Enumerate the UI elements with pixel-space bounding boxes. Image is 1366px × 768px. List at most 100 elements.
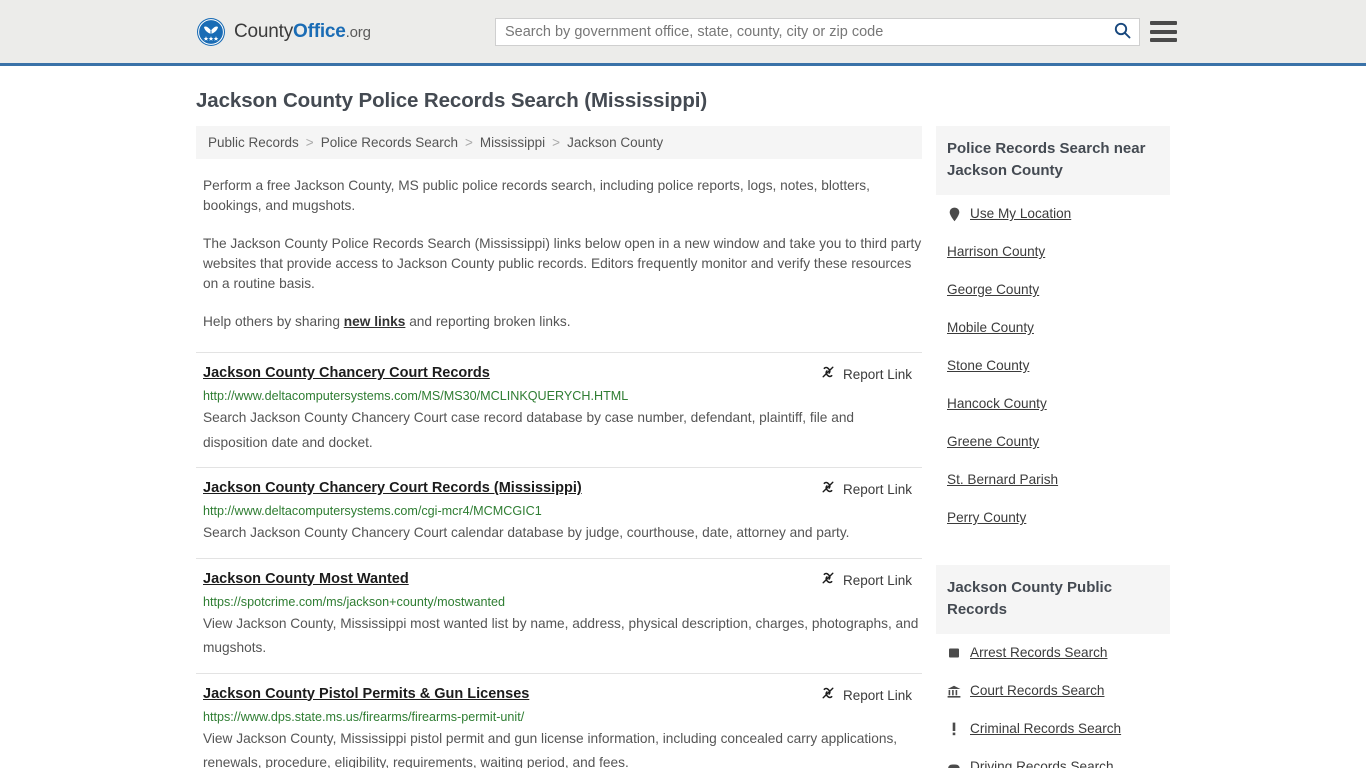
site-logo[interactable]: CountyOffice.org — [196, 17, 371, 47]
exclamation-icon — [947, 721, 961, 737]
sidebar-item-court-records-search[interactable]: Court Records Search — [936, 672, 1170, 709]
car-icon — [947, 759, 961, 768]
result-url: https://spotcrime.com/ms/jackson+county/… — [203, 594, 506, 609]
result-title-link[interactable]: Jackson County Chancery Court Records (M… — [203, 479, 582, 498]
intro-text: Perform a free Jackson County, MS public… — [196, 176, 922, 332]
report-link-label: Report Link — [842, 367, 912, 382]
list-item: Mobile County — [936, 309, 1170, 347]
list-item: Use My Location — [936, 195, 1170, 233]
courthouse-icon — [947, 683, 961, 699]
broken-link-icon — [820, 364, 836, 385]
result-item: Jackson County Chancery Court Records Re… — [196, 352, 922, 467]
broken-link-icon — [820, 479, 836, 500]
report-link-label: Report Link — [842, 572, 912, 588]
intro-p3-before: Help others by sharing — [203, 314, 344, 329]
result-url: http://www.deltacomputersystems.com/MS/M… — [203, 389, 629, 403]
sidebar-item-hancock-county[interactable]: Hancock County — [936, 385, 1170, 422]
list-item: Court Records Search — [936, 672, 1170, 710]
result-title-link[interactable]: Jackson County Pistol Permits & Gun Lice… — [203, 685, 529, 704]
result-item: Jackson County Most Wanted Report Link h… — [196, 557, 922, 673]
sidebar-item-perry-county[interactable]: Perry County — [936, 499, 1170, 536]
sidebar-item-label: Harrison County — [947, 244, 1046, 259]
brand-part-county: County — [234, 20, 294, 42]
sidebar-nearby-heading: Police Records Search near Jackson Count… — [936, 126, 1170, 195]
list-item: Greene County — [936, 423, 1170, 461]
site-header: CountyOffice.org — [0, 0, 1366, 66]
sidebar-public-records-box: Jackson County Public Records Arrest Rec… — [936, 565, 1170, 768]
report-link-button[interactable]: Report Link — [820, 364, 912, 385]
results-list: Jackson County Chancery Court Records Re… — [196, 352, 922, 768]
search-icon — [1114, 22, 1131, 42]
map-pin-icon — [947, 206, 961, 222]
sidebar-item-arrest-records-search[interactable]: Arrest Records Search — [936, 634, 1170, 671]
sidebar-item-mobile-county[interactable]: Mobile County — [936, 309, 1170, 346]
broken-link-icon — [820, 685, 836, 706]
sidebar-item-greene-county[interactable]: Greene County — [936, 423, 1170, 460]
breadcrumb-item-jackson-county[interactable]: Jackson County — [567, 135, 663, 150]
search-button[interactable] — [1105, 19, 1139, 45]
sidebar-item-driving-records-search[interactable]: Driving Records Search — [936, 748, 1170, 768]
result-description: Search Jackson County Chancery Court cas… — [203, 410, 855, 450]
fingerprint-icon — [947, 645, 961, 661]
report-link-button[interactable]: Report Link — [820, 685, 912, 706]
page-title: Jackson County Police Records Search (Mi… — [196, 89, 708, 112]
result-title-link[interactable]: Jackson County Most Wanted — [203, 570, 409, 589]
intro-paragraph-1: Perform a free Jackson County, MS public… — [203, 178, 870, 213]
sidebar: Police Records Search near Jackson Count… — [936, 126, 1170, 768]
sidebar-item-label: St. Bernard Parish — [947, 472, 1059, 487]
site-logo-text: CountyOffice.org — [234, 21, 371, 43]
sidebar-item-label: George County — [947, 282, 1040, 297]
hamburger-menu-icon-bar — [1150, 21, 1177, 25]
sidebar-item-label: Greene County — [947, 434, 1040, 449]
sidebar-item-label: Criminal Records Search — [970, 721, 1122, 736]
breadcrumb-item-public-records[interactable]: Public Records — [208, 135, 299, 150]
sidebar-nearby-list: Use My Location Harrison County George C… — [936, 195, 1170, 537]
result-title-link[interactable]: Jackson County Chancery Court Records — [203, 364, 490, 383]
sidebar-item-stone-county[interactable]: Stone County — [936, 347, 1170, 384]
breadcrumb-item-police-records-search[interactable]: Police Records Search — [321, 135, 458, 150]
sidebar-item-label: Hancock County — [947, 396, 1047, 411]
report-link-button[interactable]: Report Link — [820, 570, 912, 591]
list-item: Criminal Records Search — [936, 710, 1170, 748]
broken-link-icon — [820, 570, 836, 591]
breadcrumb-separator: > — [305, 135, 314, 150]
sidebar-item-harrison-county[interactable]: Harrison County — [936, 233, 1170, 270]
search-input[interactable] — [496, 19, 1105, 45]
result-item: Jackson County Chancery Court Records (M… — [196, 467, 922, 558]
new-links-link[interactable]: new links — [344, 314, 406, 329]
list-item: Arrest Records Search — [936, 634, 1170, 672]
intro-paragraph-2: The Jackson County Police Records Search… — [203, 236, 922, 291]
sidebar-item-st-bernard-parish[interactable]: St. Bernard Parish — [936, 461, 1170, 498]
sidebar-item-criminal-records-search[interactable]: Criminal Records Search — [936, 710, 1170, 747]
sidebar-item-label: Arrest Records Search — [970, 645, 1108, 660]
sidebar-item-george-county[interactable]: George County — [936, 271, 1170, 308]
report-link-label: Report Link — [842, 687, 912, 703]
hamburger-menu-icon-bar — [1150, 29, 1177, 34]
page-body: Jackson County Police Records Search (Mi… — [0, 89, 1366, 768]
result-url: http://www.deltacomputersystems.com/cgi-… — [203, 504, 542, 518]
search-bar — [495, 18, 1140, 46]
hamburger-menu-button[interactable] — [1150, 19, 1177, 44]
eagle-seal-logo-icon — [196, 17, 226, 47]
sidebar-item-label: Perry County — [947, 510, 1027, 525]
breadcrumb: Public Records > Police Records Search >… — [196, 126, 922, 159]
result-description: View Jackson County, Mississippi pistol … — [203, 730, 898, 768]
result-url: https://www.dps.state.ms.us/firearms/fir… — [203, 709, 525, 724]
intro-p3-after: and reporting broken links. — [405, 314, 571, 329]
result-description: Search Jackson County Chancery Court cal… — [203, 525, 850, 540]
breadcrumb-item-mississippi[interactable]: Mississippi — [480, 135, 545, 150]
result-description: View Jackson County, Mississippi most wa… — [203, 615, 919, 656]
sidebar-item-use-my-location[interactable]: Use My Location — [936, 195, 1170, 232]
intro-paragraph-3: Help others by sharing new links and rep… — [203, 312, 922, 332]
list-item: Harrison County — [936, 233, 1170, 271]
list-item: George County — [936, 271, 1170, 309]
sidebar-nearby-box: Police Records Search near Jackson Count… — [936, 126, 1170, 537]
result-item: Jackson County Pistol Permits & Gun Lice… — [196, 672, 922, 768]
brand-part-office: Office — [293, 20, 346, 42]
list-item: Driving Records Search — [936, 748, 1170, 768]
report-link-button[interactable]: Report Link — [820, 479, 912, 500]
list-item: Stone County — [936, 347, 1170, 385]
sidebar-item-label: Driving Records Search — [970, 759, 1114, 768]
list-item: St. Bernard Parish — [936, 461, 1170, 499]
hamburger-menu-icon-bar — [1150, 38, 1177, 42]
